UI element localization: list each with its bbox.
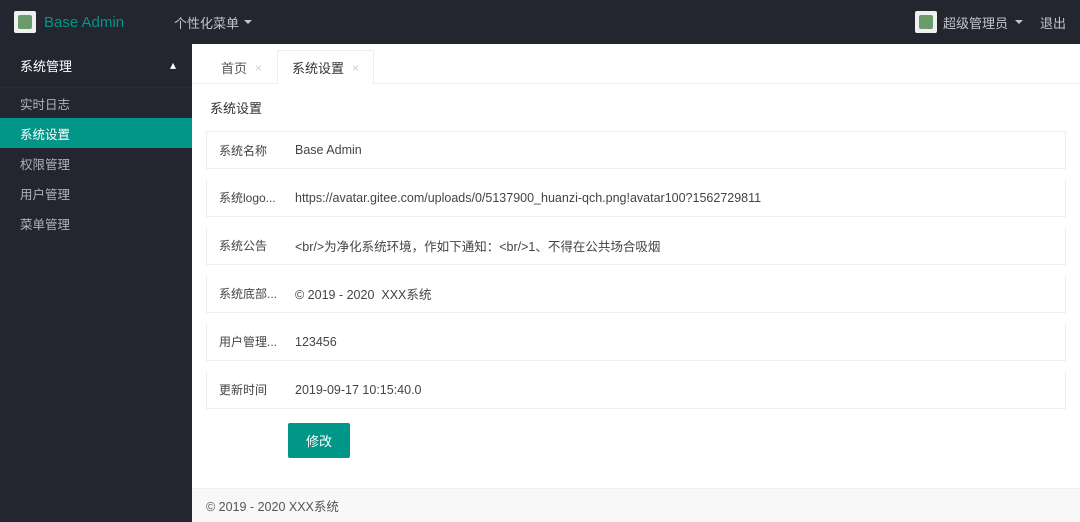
sidebar-item-label: 用户管理	[20, 184, 70, 203]
close-icon[interactable]: ×	[352, 61, 359, 75]
chevron-down-icon	[243, 17, 253, 27]
chevron-up-icon: ▴	[170, 58, 176, 72]
form-row-system-footer: 系统底部...	[206, 275, 1066, 313]
avatar-icon	[915, 11, 937, 33]
sidebar-item-label: 权限管理	[20, 154, 70, 173]
form-label: 系统名称	[207, 142, 277, 159]
brand-logo-icon	[14, 11, 36, 33]
form-label: 系统logo...	[207, 189, 277, 206]
sidebar-item-system-settings[interactable]: 系统设置	[0, 118, 192, 148]
panel-title: 系统设置	[210, 98, 1066, 117]
user-dropdown[interactable]: 超级管理员	[915, 11, 1024, 33]
sidebar-item-menu-mgmt[interactable]: 菜单管理	[0, 208, 192, 238]
brand[interactable]: Base Admin	[14, 11, 124, 33]
topbar: Base Admin 个性化菜单 超级管理员 退出	[0, 0, 1080, 44]
sidebar-item-label: 系统设置	[20, 124, 70, 143]
panel: 系统设置 系统名称 系统logo... 系统公告 系统底部.	[192, 84, 1080, 522]
sidebar-item-permission[interactable]: 权限管理	[0, 148, 192, 178]
logout-link[interactable]: 退出	[1040, 13, 1066, 32]
custom-menu-dropdown[interactable]: 个性化菜单	[174, 13, 253, 32]
user-mgmt-input[interactable]	[277, 323, 1065, 360]
user-name: 超级管理员	[943, 13, 1008, 32]
tab-label: 系统设置	[292, 58, 344, 77]
content: 首页 × 系统设置 × 系统设置 系统名称 系统logo...	[192, 44, 1080, 522]
layout: 系统管理 ▴ 实时日志 系统设置 权限管理 用户管理 菜单管理 首页 × 系统设…	[0, 44, 1080, 522]
tabs-bar: 首页 × 系统设置 ×	[192, 44, 1080, 84]
form-row-system-name: 系统名称	[206, 131, 1066, 169]
topbar-right: 超级管理员 退出	[915, 11, 1066, 33]
tab-label: 首页	[221, 58, 247, 77]
submit-button[interactable]: 修改	[288, 423, 350, 458]
close-icon[interactable]: ×	[255, 61, 262, 75]
tab-home[interactable]: 首页 ×	[206, 50, 277, 84]
system-logo-input[interactable]	[277, 179, 1065, 216]
form-label: 系统底部...	[207, 285, 277, 302]
chevron-down-icon	[1014, 17, 1024, 27]
form-label: 系统公告	[207, 237, 277, 254]
custom-menu-label: 个性化菜单	[174, 13, 239, 32]
form-actions: 修改	[206, 409, 1066, 458]
system-name-input[interactable]	[277, 132, 1065, 168]
sidebar-group-system[interactable]: 系统管理 ▴	[0, 44, 192, 88]
brand-title: Base Admin	[44, 14, 124, 31]
topbar-left: Base Admin 个性化菜单	[14, 11, 253, 33]
tab-system-settings[interactable]: 系统设置 ×	[277, 50, 374, 84]
footer: © 2019 - 2020 XXX系统	[192, 488, 1080, 522]
form-row-system-logo: 系统logo...	[206, 179, 1066, 217]
form-label: 用户管理...	[207, 333, 277, 350]
sidebar-item-user-mgmt[interactable]: 用户管理	[0, 178, 192, 208]
form-row-user-mgmt: 用户管理...	[206, 323, 1066, 361]
sidebar: 系统管理 ▴ 实时日志 系统设置 权限管理 用户管理 菜单管理	[0, 44, 192, 522]
settings-form: 系统名称 系统logo... 系统公告 系统底部...	[206, 131, 1066, 458]
form-row-system-notice: 系统公告	[206, 227, 1066, 265]
form-label: 更新时间	[207, 381, 277, 398]
form-row-update-time: 更新时间	[206, 371, 1066, 409]
system-footer-input[interactable]	[277, 275, 1065, 312]
sidebar-item-realtime-log[interactable]: 实时日志	[0, 88, 192, 118]
sidebar-group-label: 系统管理	[20, 56, 72, 75]
sidebar-item-label: 实时日志	[20, 94, 70, 113]
sidebar-item-label: 菜单管理	[20, 214, 70, 233]
system-notice-input[interactable]	[277, 227, 1065, 264]
update-time-input[interactable]	[277, 371, 1065, 408]
footer-text: © 2019 - 2020 XXX系统	[206, 496, 339, 515]
